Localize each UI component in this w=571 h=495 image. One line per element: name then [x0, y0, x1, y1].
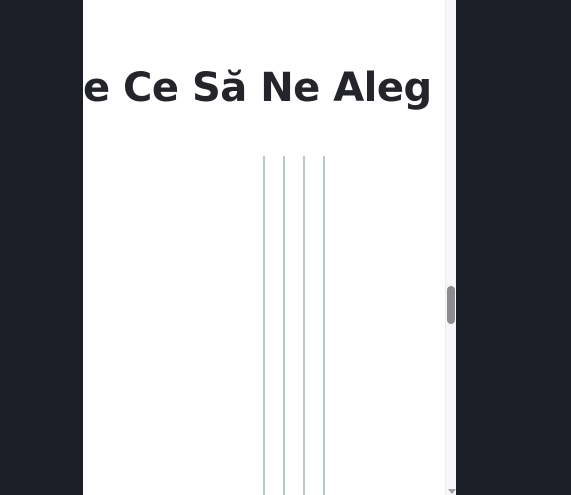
page-viewport: e Ce Să Ne Aleg	[83, 0, 445, 495]
divider-line	[283, 156, 285, 495]
vertical-scrollbar[interactable]	[445, 0, 456, 495]
chevron-down-icon[interactable]	[448, 489, 456, 494]
screen: e Ce Să Ne Aleg	[0, 0, 571, 495]
page-heading: e Ce Să Ne Aleg	[83, 65, 432, 111]
divider-line	[323, 156, 325, 495]
scrollbar-thumb[interactable]	[447, 286, 455, 324]
divider-line	[263, 156, 265, 495]
divider-line	[303, 156, 305, 495]
